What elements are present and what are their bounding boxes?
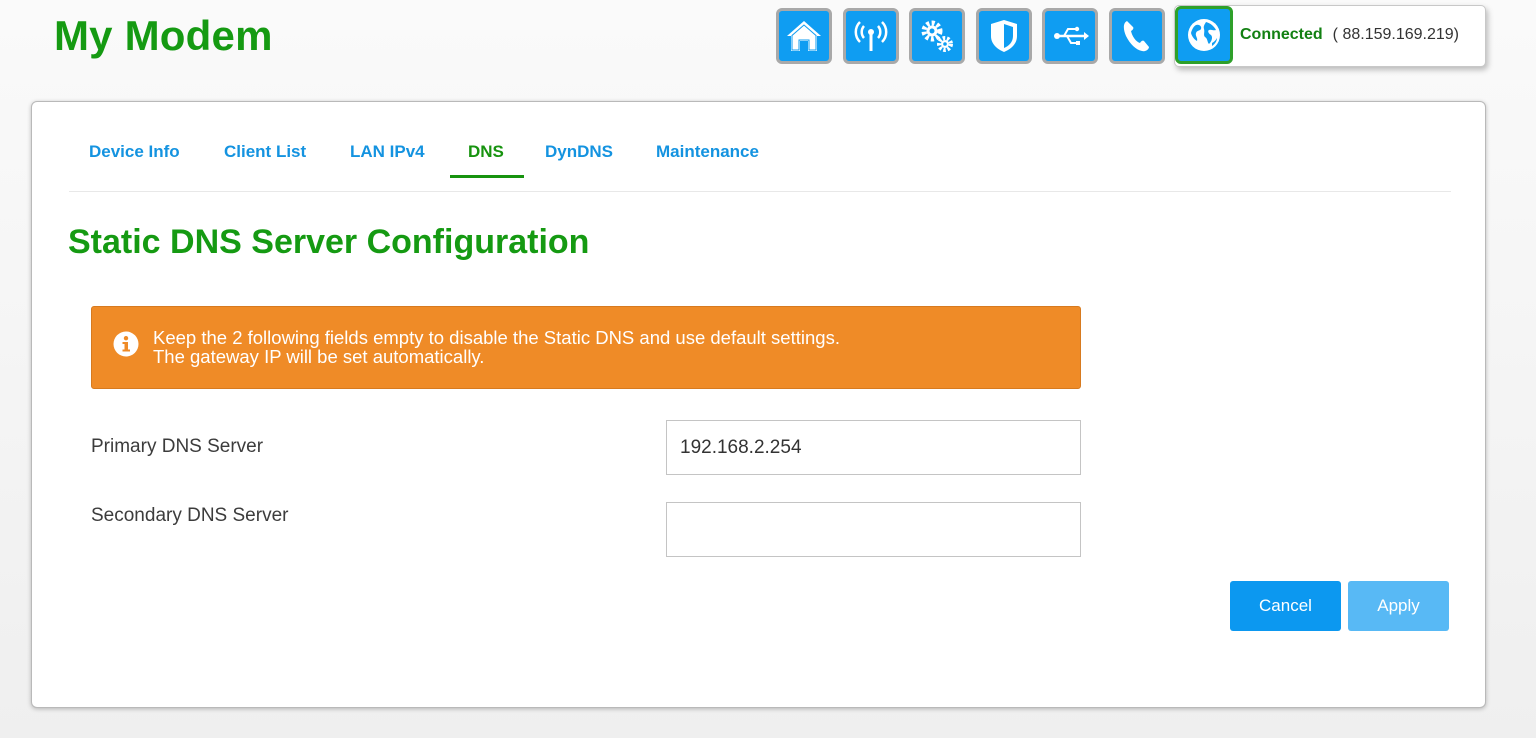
cancel-button[interactable]: Cancel	[1230, 581, 1341, 631]
security-button[interactable]	[975, 8, 1032, 64]
primary-dns-label: Primary DNS Server	[91, 436, 264, 457]
alert-message-line1: Keep the 2 following fields empty to dis…	[153, 327, 840, 348]
secondary-dns-input[interactable]	[666, 502, 1081, 557]
info-alert: Keep the 2 following fields empty to dis…	[91, 306, 1081, 389]
usb-button[interactable]	[1042, 8, 1098, 64]
tab-device-info[interactable]: Device Info	[89, 142, 180, 162]
settings-button[interactable]	[909, 8, 965, 64]
active-tab-indicator	[450, 175, 524, 178]
top-navigation	[776, 5, 1175, 67]
home-icon	[787, 21, 821, 51]
primary-dns-input[interactable]	[666, 420, 1081, 475]
connection-status: Connected ( 88.159.169.219)	[1174, 5, 1486, 67]
internet-button[interactable]	[1175, 6, 1233, 64]
tab-maintenance[interactable]: Maintenance	[656, 142, 759, 162]
app-title: My Modem	[54, 12, 273, 59]
settings-icon	[921, 20, 953, 52]
tab-dyndns[interactable]: DynDNS	[545, 142, 613, 162]
secondary-dns-label: Secondary DNS Server	[91, 505, 289, 526]
tab-dns[interactable]: DNS	[468, 142, 504, 162]
wireless-icon	[854, 21, 887, 51]
wireless-button[interactable]	[842, 8, 899, 64]
public-ip: ( 88.159.169.219)	[1332, 26, 1459, 43]
tab-bar: Device Info Client List LAN IPv4 DNS Dyn…	[69, 130, 1451, 192]
apply-button[interactable]: Apply	[1348, 581, 1449, 631]
home-button[interactable]	[776, 8, 832, 64]
tab-client-list[interactable]: Client List	[224, 142, 306, 162]
tab-lan-ipv4[interactable]: LAN IPv4	[350, 142, 425, 162]
info-icon	[113, 331, 139, 357]
security-shield-icon	[990, 20, 1017, 52]
main-panel: Device Info Client List LAN IPv4 DNS Dyn…	[31, 101, 1486, 708]
page-title: Static DNS Server Configuration	[68, 223, 590, 261]
alert-message-line2: The gateway IP will be set automatically…	[153, 346, 485, 367]
usb-icon	[1054, 26, 1089, 45]
phone-icon	[1123, 21, 1149, 52]
phone-button[interactable]	[1108, 8, 1165, 64]
globe-icon	[1188, 19, 1220, 51]
connection-status-text: Connected	[1240, 26, 1323, 43]
